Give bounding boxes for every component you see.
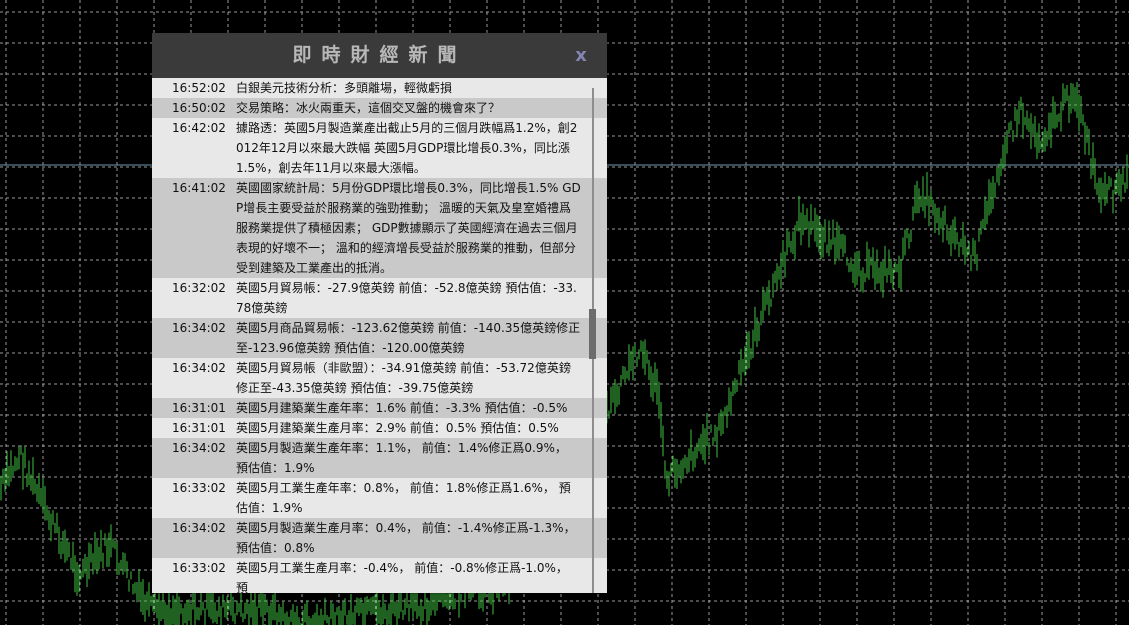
news-time: 16:34:02 <box>172 321 226 335</box>
news-list[interactable]: 16:52:02 白銀美元技術分析：多頭離場，輕微虧損 16:50:02 交易策略：冰… <box>152 78 607 593</box>
news-time: 16:33:02 <box>172 481 226 495</box>
news-headline: 英國5月製造業生產年率：1.1%， 前值：1.4%修正爲0.9%， 預估值：1.… <box>236 441 567 475</box>
news-panel: 即時財經新聞 x 16:52:02 白銀美元技術分析：多頭離場，輕微虧損 16:50… <box>152 33 607 593</box>
news-row[interactable]: 16:31:01 英國5月建築業生產月率：2.9% 前值：0.5% 預估值：0.5… <box>152 418 607 438</box>
news-headline: 英國5月商品貿易帳：-123.62億英鎊 前值：-140.35億英鎊修正至-12… <box>236 321 581 355</box>
news-headline: 英國5月貿易帳（非歐盟）：-34.91億英鎊 前值：-53.72億英鎊修正至-4… <box>236 361 571 395</box>
news-row[interactable]: 16:34:02 英國5月貿易帳（非歐盟）：-34.91億英鎊 前值：-53.72… <box>152 358 607 398</box>
news-headline: 白銀美元技術分析：多頭離場，輕微虧損 <box>236 81 453 95</box>
news-row[interactable]: 16:31:01 英國5月建築業生產年率：1.6% 前值：-3.3% 預估值：-0… <box>152 398 607 418</box>
news-time: 16:42:02 <box>172 121 226 135</box>
news-headline: 據路透：英國5月製造業產出截止5月的三個月跌幅爲1.2%，創2012年12月以來… <box>236 121 578 175</box>
scrollbar-thumb[interactable] <box>589 309 596 359</box>
news-row[interactable]: 16:50:02 交易策略：冰火兩重天，這個交叉盤的機會來了？ <box>152 98 607 118</box>
news-headline: 英國5月工業生產月率：-0.4%， 前值：-0.8%修正爲-1.0%， 預 <box>236 561 568 593</box>
news-time: 16:52:02 <box>172 81 226 95</box>
news-row[interactable]: 16:52:02 白銀美元技術分析：多頭離場，輕微虧損 <box>152 78 607 98</box>
news-headline: 英國5月工業生產年率：0.8%， 前值：1.8%修正爲1.6%， 預估值：1.9… <box>236 481 571 515</box>
news-row[interactable]: 16:33:02 英國5月工業生產年率：0.8%， 前值：1.8%修正爲1.6%，… <box>152 478 607 518</box>
news-time: 16:33:02 <box>172 561 226 575</box>
news-headline: 英國5月貿易帳：-27.9億英鎊 前值：-52.8億英鎊 預估值：-33.78億… <box>236 281 577 315</box>
news-time: 16:31:01 <box>172 421 226 435</box>
panel-title: 即時財經新聞 <box>292 44 467 66</box>
news-headline: 交易策略：冰火兩重天，這個交叉盤的機會來了？ <box>236 101 501 115</box>
news-time: 16:32:02 <box>172 281 226 295</box>
news-row[interactable]: 16:33:02 英國5月工業生產月率：-0.4%， 前值：-0.8%修正爲-1.… <box>152 558 607 593</box>
news-time: 16:41:02 <box>172 181 226 195</box>
news-time: 16:34:02 <box>172 521 226 535</box>
news-headline: 英國國家統計局：5月份GDP環比增長0.3%，同比增長1.5% GDP增長主要受… <box>236 181 581 275</box>
news-time: 16:34:02 <box>172 361 226 375</box>
news-row[interactable]: 16:34:02 英國5月商品貿易帳：-123.62億英鎊 前值：-140.35億… <box>152 318 607 358</box>
news-headline: 英國5月建築業生產月率：2.9% 前值：0.5% 預估值：0.5% <box>236 421 559 435</box>
news-headline: 英國5月製造業生產月率：0.4%， 前值：-1.4%修正爲-1.3%， 預估值：… <box>236 521 576 555</box>
news-headline: 英國5月建築業生產年率：1.6% 前值：-3.3% 預估值：-0.5% <box>236 401 568 415</box>
news-time: 16:31:01 <box>172 401 226 415</box>
close-button[interactable]: x <box>571 45 591 67</box>
news-row[interactable]: 16:41:02 英國國家統計局：5月份GDP環比增長0.3%，同比增長1.5% … <box>152 178 607 278</box>
news-row[interactable]: 16:34:02 英國5月製造業生產月率：0.4%， 前值：-1.4%修正爲-1.… <box>152 518 607 558</box>
news-row[interactable]: 16:32:02 英國5月貿易帳：-27.9億英鎊 前值：-52.8億英鎊 預估值… <box>152 278 607 318</box>
panel-header[interactable]: 即時財經新聞 x <box>152 33 607 78</box>
news-time: 16:34:02 <box>172 441 226 455</box>
news-row[interactable]: 16:34:02 英國5月製造業生產年率：1.1%， 前值：1.4%修正爲0.9%… <box>152 438 607 478</box>
news-time: 16:50:02 <box>172 101 226 115</box>
news-row[interactable]: 16:42:02 據路透：英國5月製造業產出截止5月的三個月跌幅爲1.2%，創20… <box>152 118 607 178</box>
